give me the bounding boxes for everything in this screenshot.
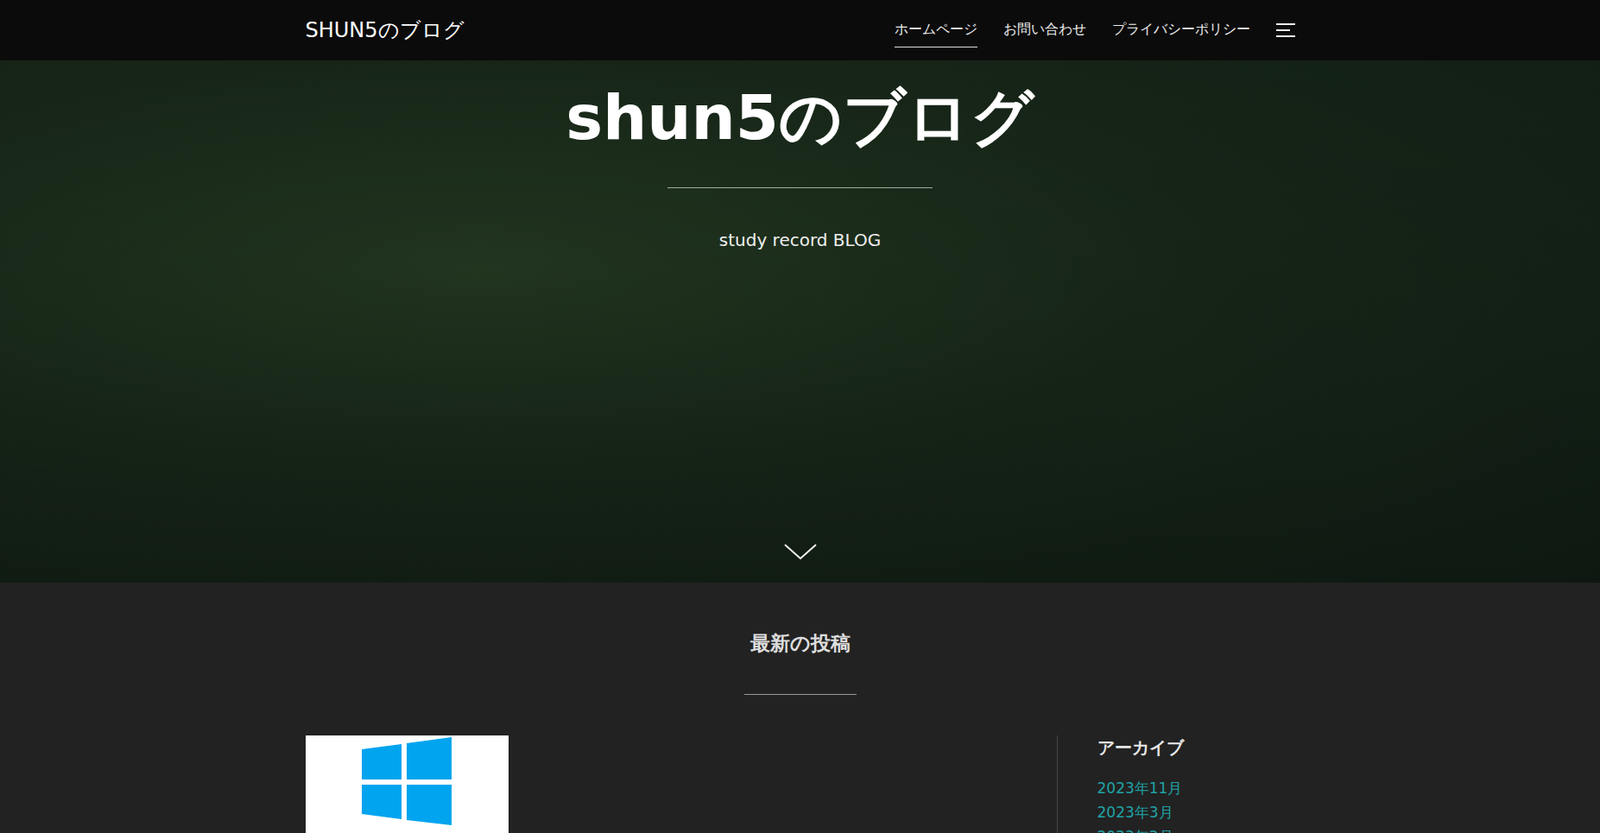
heading-divider xyxy=(744,694,857,696)
archive-title: アーカイブ xyxy=(1097,735,1296,760)
top-nav: SHUN5のブログ ホームページお問い合わせプライバシーポリシー xyxy=(0,0,1600,61)
hero-banner: shun5のブログ study record BLOG xyxy=(0,60,1600,583)
site-title[interactable]: SHUN5のブログ xyxy=(305,16,465,45)
hamburger-icon[interactable] xyxy=(1276,23,1296,38)
menu-item[interactable]: プライバシーポリシー xyxy=(1112,13,1251,48)
archive-link[interactable]: 2023年3月 xyxy=(1097,800,1296,825)
archive-list: 2023年11月2023年3月2023年2月 xyxy=(1097,776,1296,833)
main-menu: ホームページお問い合わせプライバシーポリシー xyxy=(894,13,1296,48)
archive-link[interactable]: 2023年11月 xyxy=(1097,776,1296,801)
nav-container: SHUN5のブログ ホームページお問い合わせプライバシーポリシー xyxy=(305,13,1296,48)
windows-logo-icon xyxy=(361,737,452,826)
post-list xyxy=(305,735,1058,833)
section-heading: 最新の投稿 xyxy=(305,630,1296,657)
content-row: アーカイブ 2023年11月2023年3月2023年2月 xyxy=(305,735,1296,833)
archive-link[interactable]: 2023年2月 xyxy=(1097,824,1296,833)
content-container: 最新の投稿アーカイブ 2023年11月2023年3月2023年2月 xyxy=(305,630,1296,833)
post-thumbnail[interactable] xyxy=(305,735,509,833)
hero-tagline: study record BLOG xyxy=(719,227,881,253)
latest-posts: 最新の投稿アーカイブ 2023年11月2023年3月2023年2月 xyxy=(0,582,1600,833)
chevron-down-icon[interactable] xyxy=(783,543,818,561)
sidebar: アーカイブ 2023年11月2023年3月2023年2月 xyxy=(1057,735,1296,833)
menu-item[interactable]: お問い合わせ xyxy=(1003,13,1087,48)
hero-divider xyxy=(667,187,933,189)
hero-title: shun5のブログ xyxy=(565,80,1035,155)
menu-item[interactable]: ホームページ xyxy=(894,13,978,48)
